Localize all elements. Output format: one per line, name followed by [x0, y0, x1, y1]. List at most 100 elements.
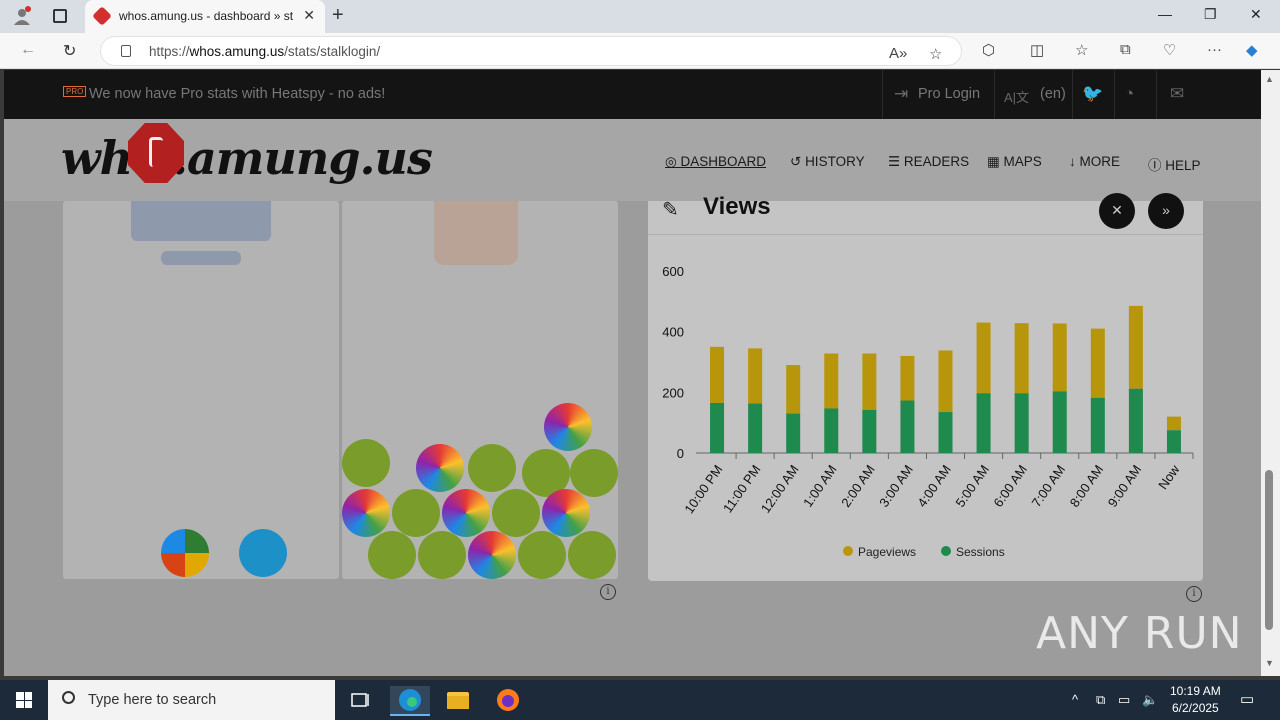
read-aloud-icon[interactable]: A» [889, 45, 907, 62]
split-screen-icon[interactable]: ◫ [1030, 41, 1044, 59]
web-page: PRO We now have Pro stats with Heatspy -… [4, 70, 1261, 676]
url-input[interactable]: https://whos.amung.us/stats/stalklogin/ … [100, 36, 962, 66]
pro-login-link[interactable]: Pro Login [918, 86, 980, 102]
close-window-icon[interactable]: ✕ [1250, 6, 1262, 23]
login-icon: ⇥ [894, 84, 909, 103]
desktop-icon [131, 201, 271, 241]
site-favicon-icon [92, 6, 112, 26]
platform-panel [63, 201, 339, 579]
search-placeholder: Type here to search [88, 692, 217, 708]
bar-sessions [938, 412, 953, 453]
favorite-star-icon[interactable]: ☆ [929, 45, 942, 63]
scrollbar-thumb[interactable] [1265, 470, 1273, 630]
nav-readers[interactable]: ☰ READERS [888, 154, 969, 170]
site-topbar: PRO We now have Pro stats with Heatspy -… [4, 70, 1261, 119]
mobile-panel [342, 201, 618, 579]
file-explorer-icon[interactable] [438, 686, 478, 716]
nav-history[interactable]: ↺ HISTORY [790, 154, 865, 170]
mute-chart-button[interactable]: ✕ [1099, 193, 1135, 229]
logo-person-icon [149, 137, 163, 167]
pro-announcement-link[interactable]: We now have Pro stats with Heatspy - no … [89, 86, 385, 102]
nav-maps[interactable]: ▦ MAPS [987, 154, 1042, 170]
android-icon [518, 531, 566, 579]
bar-pageviews [1052, 323, 1067, 392]
tray-overflow-icon[interactable]: ^ [1072, 692, 1078, 707]
tab-strip: whos.amung.us - dashboard » st ✕ + — ❐ ✕ [0, 0, 1280, 33]
restore-icon[interactable]: ❐ [1204, 6, 1217, 23]
rss-icon[interactable]: ◔ [1124, 84, 1134, 104]
android-icon [468, 444, 516, 492]
chrome-icon [442, 489, 490, 537]
new-tab-icon[interactable]: + [332, 4, 344, 27]
chrome-icon [544, 403, 592, 451]
address-bar-row: ← ↻ https://whos.amung.us/stats/stalklog… [0, 33, 1280, 69]
bar-pageviews [862, 353, 877, 410]
legend-label: Sessions [956, 545, 1005, 559]
chrome-icon [468, 531, 516, 579]
x-tick-label: 1:00 AM [800, 462, 840, 510]
chrome-icon [542, 489, 590, 537]
start-icon[interactable] [16, 692, 32, 708]
bar-sessions [976, 393, 991, 453]
copilot-icon[interactable]: ◆ [1246, 41, 1258, 59]
refresh-icon[interactable]: ↻ [63, 41, 76, 61]
edge-taskbar-icon[interactable] [390, 686, 430, 716]
android-icon [570, 449, 618, 497]
bar-sessions [1128, 388, 1143, 453]
task-view-icon[interactable] [340, 686, 380, 716]
chrome-icon [416, 444, 464, 492]
tab-actions-icon[interactable] [53, 9, 67, 23]
extensions-icon[interactable]: ⬡ [982, 41, 995, 59]
bar-pageviews [824, 353, 839, 409]
profile-icon[interactable] [12, 6, 32, 26]
lock-icon[interactable] [121, 45, 131, 57]
nav-dashboard[interactable]: ◎ DASHBOARD [665, 154, 766, 170]
clock-time[interactable]: 10:19 AM [1170, 684, 1221, 698]
android-icon [368, 531, 416, 579]
favorites-icon[interactable]: ☆ [1075, 41, 1088, 59]
expand-chart-button[interactable]: » [1148, 193, 1184, 229]
bar-sessions [1052, 391, 1067, 453]
info-icon[interactable]: i [600, 584, 616, 600]
back-icon[interactable]: ← [20, 41, 36, 59]
chart-title: Views [703, 193, 771, 220]
views-chart-card: ✎ Views ✕ » 0 200 400 600 10:00 PM 11:00 PM 12… [648, 193, 1203, 581]
x-tick-label: 6:00 AM [990, 462, 1030, 510]
firefox-icon[interactable] [488, 686, 528, 716]
y-tick-label: 0 [677, 446, 684, 461]
bar-sessions [1166, 430, 1181, 453]
url-text: https://whos.amung.us/stats/stalklogin/ [149, 44, 381, 59]
clock-date[interactable]: 6/2/2025 [1172, 701, 1219, 715]
tab-whos-amung-us[interactable]: whos.amung.us - dashboard » st ✕ [85, 0, 325, 33]
bar-sessions [1014, 393, 1029, 453]
site-logo[interactable]: wh s.amung.us [61, 131, 433, 185]
volume-icon[interactable]: 🔈 [1142, 692, 1158, 708]
windows-taskbar: Type here to search ^ ⧉ ▭ 🔈 10:19 AM 6/2… [0, 680, 1280, 720]
bar-pageviews [938, 350, 953, 413]
scroll-down-icon[interactable]: ▼ [1265, 658, 1274, 668]
tab-close-icon[interactable]: ✕ [303, 7, 315, 24]
x-tick-label: 4:00 AM [914, 462, 954, 510]
collections-icon[interactable]: ⧉ [1120, 41, 1131, 58]
pro-badge: PRO [63, 86, 87, 97]
macos-icon [239, 529, 287, 577]
bar-sessions [1090, 397, 1105, 453]
notifications-icon[interactable]: ▭ [1240, 690, 1254, 708]
minimize-icon[interactable]: — [1158, 6, 1172, 22]
twitter-icon[interactable]: 🐦 [1082, 84, 1103, 104]
bar-pageviews [710, 346, 725, 403]
nav-help[interactable]: ⓘ HELP [1148, 154, 1201, 174]
scroll-up-icon[interactable]: ▲ [1265, 74, 1274, 84]
network-share-icon[interactable]: ⧉ [1096, 692, 1105, 708]
network-icon[interactable]: ▭ [1118, 692, 1130, 708]
browser-essentials-icon[interactable]: ♡ [1163, 41, 1176, 59]
taskbar-search-input[interactable]: Type here to search [48, 680, 335, 720]
views-bar-chart: 020040060010:00 PM11:00 PM12:00 AM1:00 A… [662, 264, 1194, 559]
bar-pageviews [1166, 416, 1181, 431]
nav-more[interactable]: ↓ MORE [1069, 154, 1120, 169]
bar-sessions [824, 408, 839, 453]
info-icon[interactable]: i [1186, 586, 1202, 602]
language-selector[interactable]: (en) [1040, 86, 1066, 102]
more-menu-icon[interactable]: ··· [1207, 41, 1222, 58]
email-icon[interactable]: ✉ [1170, 84, 1184, 104]
